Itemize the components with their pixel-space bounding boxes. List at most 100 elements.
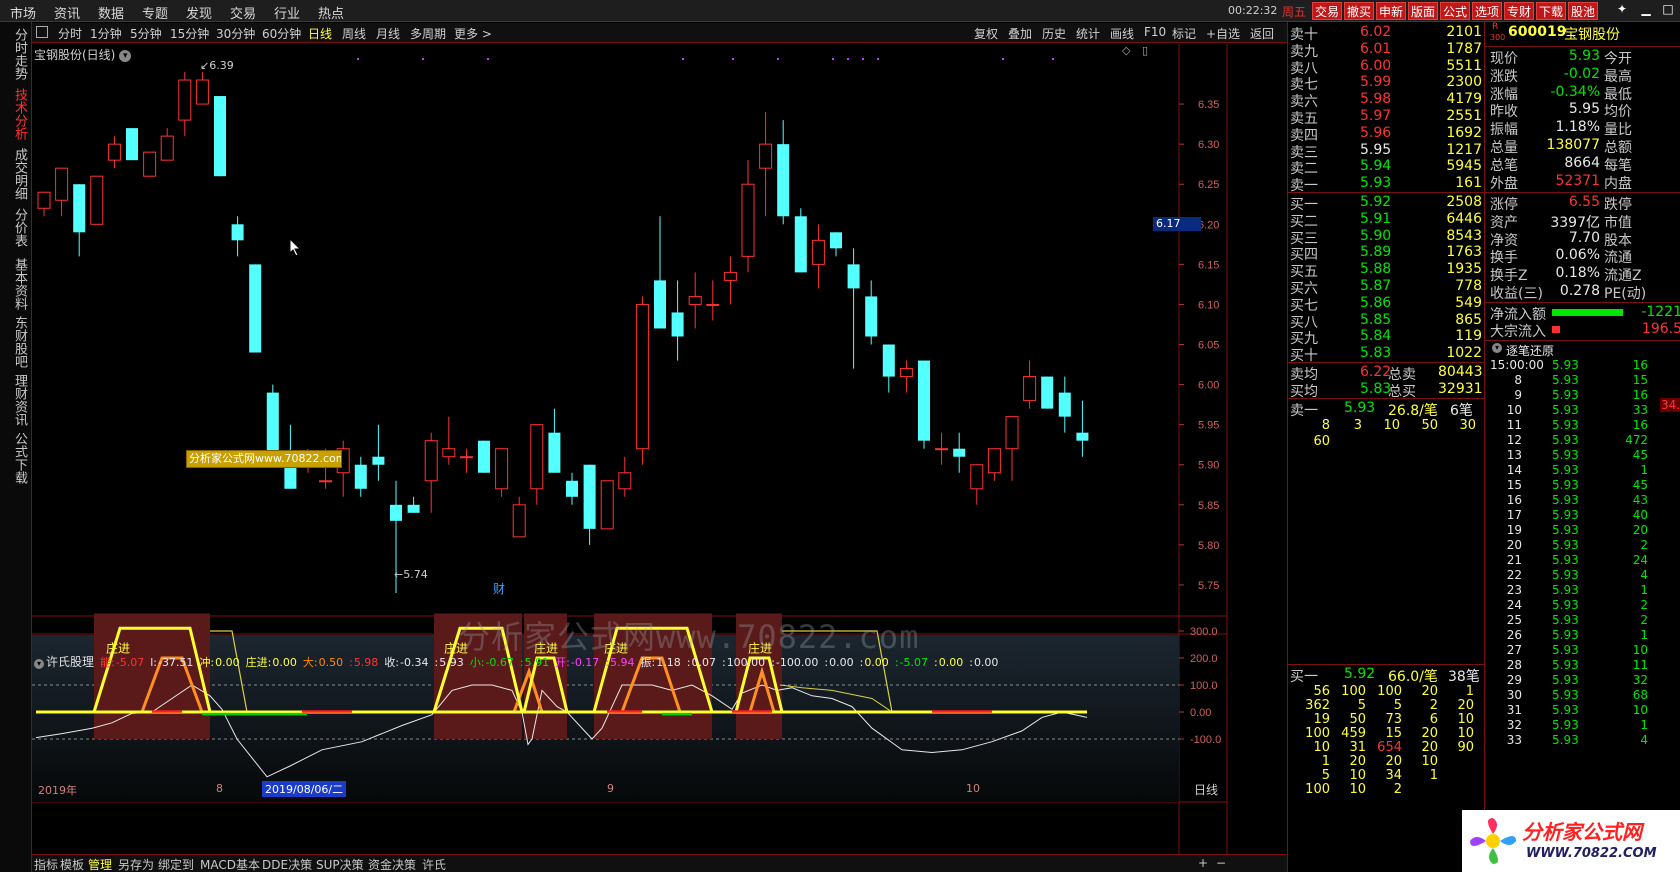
zoom-in-icon[interactable]: + xyxy=(1198,856,1208,870)
top-menu-bar: 市场 资讯 数据 专题 发现 交易 行业 热点 00:22:32 周五 交易 撤… xyxy=(0,0,1680,22)
tick-price: 5.93 xyxy=(1552,433,1579,447)
chart-area[interactable]: 6.35 6.30 6.25 6.20 6.15 6.10 6.05 6.00 5.95 5.90… xyxy=(32,44,1287,854)
candle-body xyxy=(865,296,878,337)
indicator-dropdown-icon[interactable]: ▾ xyxy=(34,659,44,669)
sidebar-item-wealth-news[interactable]: 理财资讯 xyxy=(6,374,27,426)
tab-bind-to[interactable]: 绑定到 xyxy=(158,856,194,872)
indicator-value-label: 冲: xyxy=(199,656,215,669)
indicator-value-number: -37.51 xyxy=(157,656,194,669)
chart-expand-icon[interactable]: ▯ xyxy=(1142,44,1148,57)
menu-market[interactable]: 市场 xyxy=(10,3,36,22)
sidebar-item-forum[interactable]: 东财股吧 xyxy=(6,316,27,368)
sidebar-item-details[interactable]: 成交明细 xyxy=(6,148,27,200)
f10-button[interactable]: F10 xyxy=(1144,25,1166,39)
avg-price: 6.22 xyxy=(1360,364,1392,380)
overlay-button[interactable]: 叠加 xyxy=(1008,25,1032,42)
tick-volume: 10 xyxy=(1632,703,1648,717)
minimize-icon[interactable]: ▁ xyxy=(1636,2,1656,20)
add-watchlist-button[interactable]: +自选 xyxy=(1206,25,1240,42)
menu-data[interactable]: 数据 xyxy=(98,3,124,22)
draw-line-button[interactable]: 画线 xyxy=(1110,25,1134,42)
period-daily[interactable]: 日线 xyxy=(308,25,332,42)
pin-icon[interactable]: ✦ xyxy=(1612,2,1632,20)
period-timeshare[interactable]: 分时 xyxy=(58,25,82,42)
divider xyxy=(1288,398,1484,399)
divider xyxy=(1288,192,1484,193)
sidebar-item-profile[interactable]: 基本资料 xyxy=(6,258,27,310)
period-5min[interactable]: 5分钟 xyxy=(130,25,162,42)
period-1min[interactable]: 1分钟 xyxy=(90,25,122,42)
divider xyxy=(1484,22,1485,872)
period-60min[interactable]: 60分钟 xyxy=(262,25,301,42)
period-monthly[interactable]: 月线 xyxy=(376,25,400,42)
tab-save-as[interactable]: 另存为 xyxy=(118,856,154,872)
ask-price: 6.02 xyxy=(1360,24,1392,40)
period-multi[interactable]: 多周期 xyxy=(410,25,446,42)
tab-sup[interactable]: SUP决策 xyxy=(316,856,364,872)
tab-indicator[interactable]: 指标 xyxy=(34,856,58,872)
candle-body xyxy=(618,472,632,490)
tick-time: 19 xyxy=(1506,523,1522,537)
menu-discover[interactable]: 发现 xyxy=(186,3,212,22)
new-issue-button[interactable]: 申新 xyxy=(1376,2,1407,20)
period-more[interactable]: 更多 > xyxy=(454,25,492,42)
menu-topics[interactable]: 专题 xyxy=(142,3,168,22)
tick-volume: 20 xyxy=(1632,523,1648,537)
indicator-axis-label: 100.0 xyxy=(1190,680,1218,692)
tab-dde[interactable]: DDE决策 xyxy=(262,856,312,872)
sidebar-item-formula-download[interactable]: 公式下载 xyxy=(6,432,27,484)
rights-adjust-button[interactable]: 复权 xyxy=(974,25,998,42)
maximize-icon[interactable]: □ xyxy=(1658,2,1678,20)
sidebar-item-price-table[interactable]: 分价表 xyxy=(6,208,27,247)
sidebar-item-timeshare[interactable]: 分时走势 xyxy=(6,28,27,80)
period-30min[interactable]: 30分钟 xyxy=(216,25,255,42)
menu-industry[interactable]: 行业 xyxy=(274,3,300,22)
formula-button[interactable]: 公式 xyxy=(1440,2,1471,20)
panel-toggle-icon[interactable] xyxy=(36,26,48,38)
buy1-queue-item: 459 xyxy=(1341,726,1366,741)
finance-event-marker[interactable]: 财 xyxy=(493,580,505,597)
buy1-per: 66.0/笔 xyxy=(1388,669,1438,685)
tick-volume: 1 xyxy=(1640,463,1648,477)
total-volume: 80443 xyxy=(1438,364,1483,380)
tick-dropdown-icon[interactable]: ▾ xyxy=(1492,343,1502,353)
avg-price: 5.83 xyxy=(1360,381,1392,397)
back-button[interactable]: 返回 xyxy=(1250,25,1274,42)
finance-button[interactable]: 专财 xyxy=(1504,2,1535,20)
menu-trade[interactable]: 交易 xyxy=(230,3,256,22)
layout-button[interactable]: 版面 xyxy=(1408,2,1439,20)
date-axis: 2019年 8 2019/08/06/二 9 10 日线 xyxy=(32,781,1287,797)
date-selected: 2019/08/06/二 xyxy=(262,781,347,797)
tab-template[interactable]: 模板 xyxy=(60,856,84,872)
menu-news[interactable]: 资讯 xyxy=(54,3,80,22)
tab-capital[interactable]: 资金决策 xyxy=(368,856,416,872)
zoom-out-icon[interactable]: − xyxy=(1216,856,1226,870)
candle-body xyxy=(390,504,402,521)
period-weekly[interactable]: 周线 xyxy=(342,25,366,42)
sidebar-item-technical[interactable]: 技术分析 xyxy=(6,88,27,140)
candle-body xyxy=(319,480,333,483)
candle-body xyxy=(424,440,438,482)
menu-hot[interactable]: 热点 xyxy=(318,3,344,22)
period-15min[interactable]: 15分钟 xyxy=(170,25,209,42)
statistics-button[interactable]: 统计 xyxy=(1076,25,1100,42)
tick-price: 5.93 xyxy=(1552,553,1579,567)
history-button[interactable]: 历史 xyxy=(1042,25,1066,42)
download-button[interactable]: 下载 xyxy=(1536,2,1567,20)
ask-price: 5.95 xyxy=(1360,141,1392,158)
trade-button[interactable]: 交易 xyxy=(1312,2,1343,20)
tab-manage[interactable]: 管理 xyxy=(88,856,112,872)
stock-pool-button[interactable]: 股池 xyxy=(1568,2,1599,20)
accumulation-zone xyxy=(94,613,210,739)
tab-xu[interactable]: 许氏 xyxy=(422,856,446,872)
tab-macd[interactable]: MACD基本 xyxy=(200,856,260,872)
candle-body xyxy=(143,151,157,177)
mark-button[interactable]: 标记 xyxy=(1172,25,1196,42)
cancel-buy-button[interactable]: 撤买 xyxy=(1344,2,1375,20)
title-dropdown-icon[interactable]: ▾ xyxy=(119,49,132,62)
options-button[interactable]: 选项 xyxy=(1472,2,1503,20)
chart-settings-icon[interactable]: ◇ xyxy=(1122,44,1130,57)
tick-price: 5.93 xyxy=(1552,373,1579,387)
divider xyxy=(1288,362,1484,363)
tick-price: 5.93 xyxy=(1552,493,1579,507)
